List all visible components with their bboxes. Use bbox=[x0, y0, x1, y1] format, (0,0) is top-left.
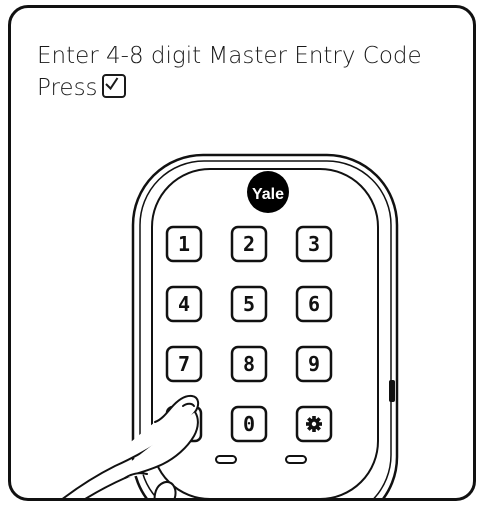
keypad-key-label: 3 bbox=[308, 232, 320, 256]
keypad-key-label: 0 bbox=[243, 412, 255, 436]
keypad-key-label: 4 bbox=[178, 292, 190, 316]
keypad-key[interactable]: 7 bbox=[165, 345, 203, 383]
keypad-key[interactable]: 5 bbox=[230, 285, 268, 323]
keypad-key-label: 1 bbox=[178, 232, 190, 256]
keypad-key[interactable]: 2 bbox=[230, 225, 268, 263]
keypad-key[interactable]: 0 bbox=[230, 405, 268, 443]
keypad-key[interactable]: 4 bbox=[165, 285, 203, 323]
gear-icon bbox=[306, 416, 322, 432]
keypad-key[interactable]: 1 bbox=[165, 225, 203, 263]
keypad-key-label: 2 bbox=[243, 232, 255, 256]
keypad-key-label: 5 bbox=[243, 292, 255, 316]
keypad-key[interactable] bbox=[295, 405, 333, 443]
keypad-key-label: 9 bbox=[308, 352, 320, 376]
keypad-key[interactable]: 8 bbox=[230, 345, 268, 383]
keypad-key[interactable]: 9 bbox=[295, 345, 333, 383]
keypad-face bbox=[151, 168, 379, 498]
led-indicator-right bbox=[285, 455, 307, 464]
yale-logo: Yale bbox=[247, 171, 289, 213]
side-notch bbox=[389, 380, 395, 402]
keypad-key-label: 8 bbox=[243, 352, 255, 376]
instruction-card: Enter 4-8 digit Master Entry Code Press … bbox=[8, 5, 476, 501]
keypad-key[interactable]: 3 bbox=[295, 225, 333, 263]
keypad-key-label: 7 bbox=[178, 352, 190, 376]
yale-logo-text: Yale bbox=[252, 186, 284, 203]
lock-illustration: Yale 1 2 3 4 5 6 7 8 9 0 bbox=[62, 153, 399, 498]
keypad-key[interactable]: 6 bbox=[295, 285, 333, 323]
led-indicator-left bbox=[215, 455, 237, 464]
keypad-key-label: 6 bbox=[308, 292, 320, 316]
